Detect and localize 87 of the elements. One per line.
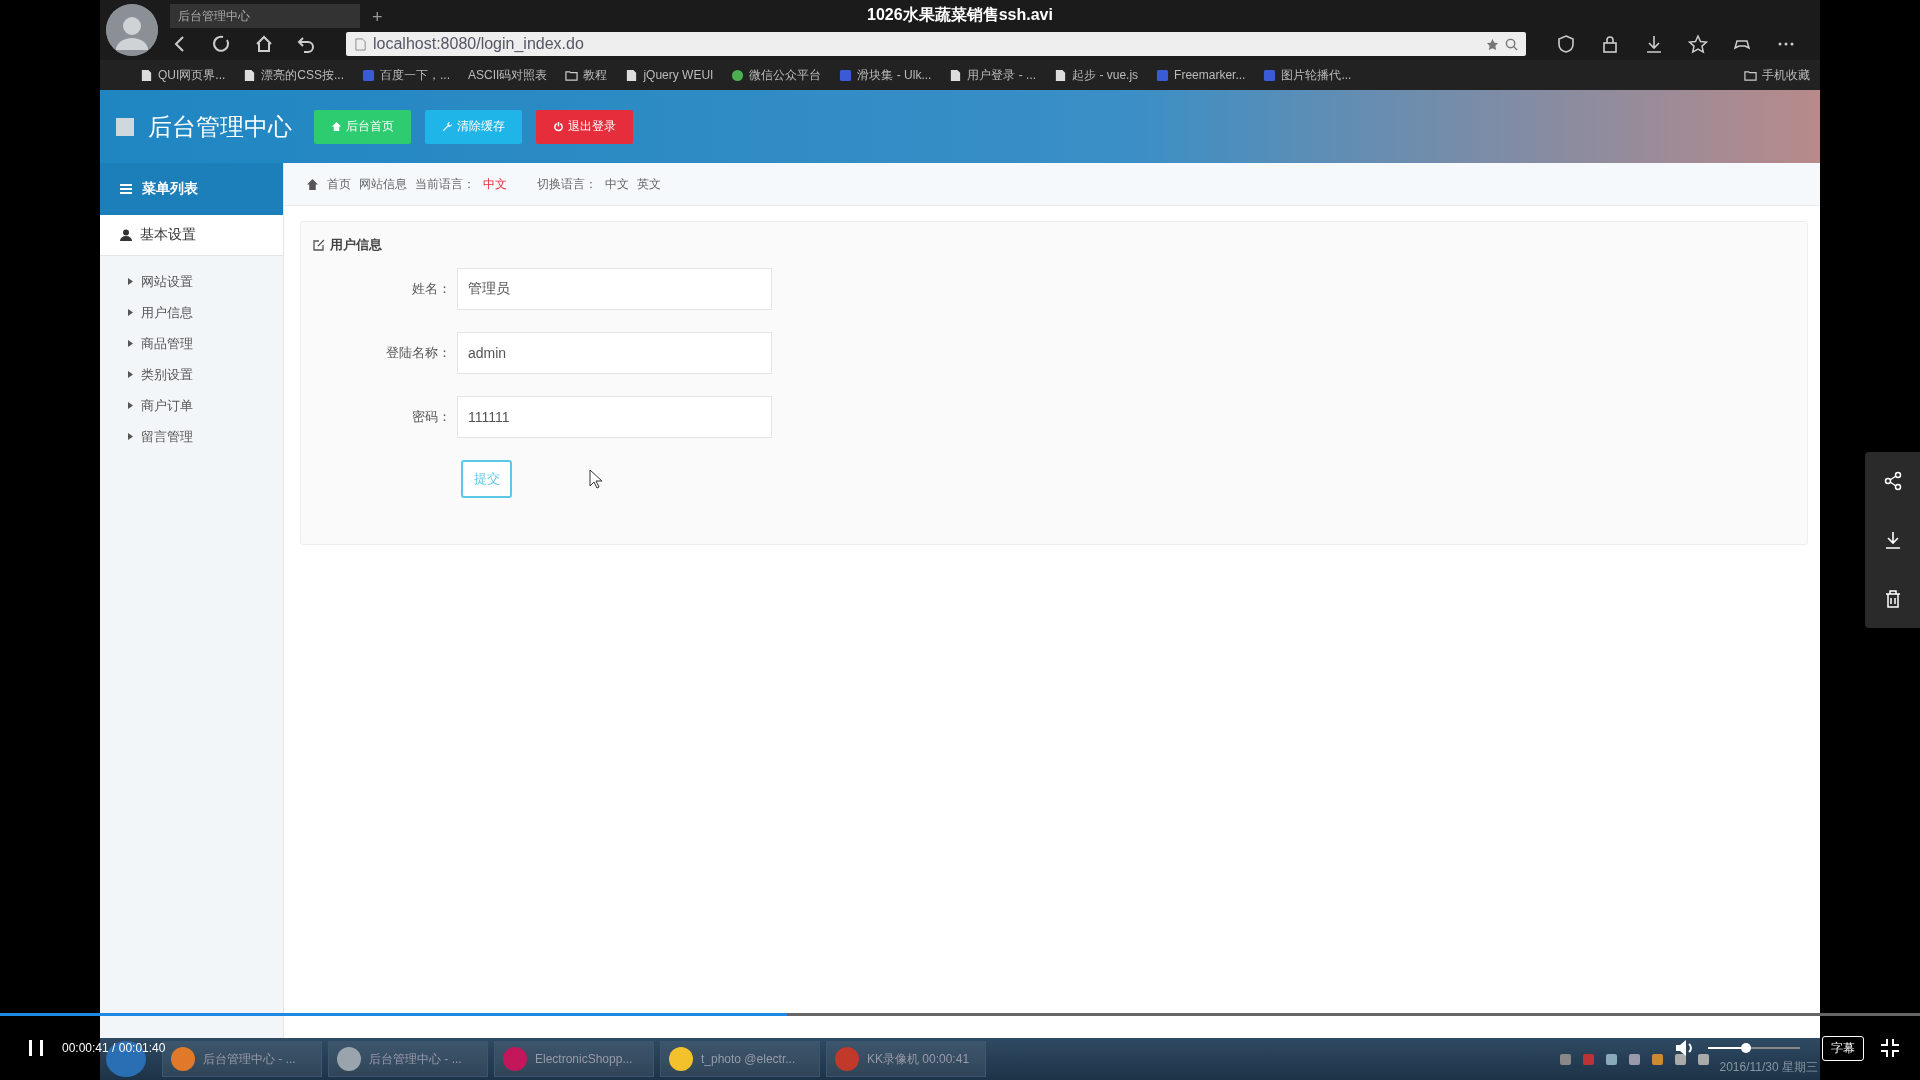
breadcrumb-link[interactable]: 首页 [327, 175, 351, 193]
list-icon [120, 183, 132, 195]
input-field[interactable]: admin [457, 332, 772, 374]
site-icon [1156, 68, 1170, 82]
subtitle-button[interactable]: 字幕 [1822, 1035, 1864, 1061]
search-icon[interactable] [1505, 37, 1518, 51]
caret-icon [128, 309, 133, 316]
app-title: 后台管理中心 [148, 111, 292, 142]
page-icon [625, 68, 639, 82]
date-text: 2016/11/30 星期三 [1719, 1059, 1818, 1076]
input-field[interactable]: 111111 [457, 396, 772, 438]
folder-icon [1744, 68, 1757, 82]
bookmark[interactable]: Freemarker... [1156, 68, 1246, 82]
bookmark[interactable]: 用户登录 - ... [949, 66, 1037, 84]
chat-icon [731, 68, 745, 82]
tray-icon[interactable] [1605, 1052, 1618, 1066]
exit-fullscreen-icon[interactable] [1880, 1038, 1900, 1058]
home-icon[interactable] [254, 34, 274, 54]
menu-group[interactable]: 基本设置 [100, 215, 283, 256]
language-label: 当前语言： [415, 175, 475, 193]
bookmark[interactable]: 教程 [565, 66, 608, 84]
logo-icon [116, 117, 134, 136]
wrench-icon [442, 121, 453, 132]
breadcrumb-link[interactable]: 网站信息 [359, 175, 407, 193]
browser-tab[interactable]: 后台管理中心 [170, 4, 360, 28]
site-icon [839, 68, 853, 82]
caret-icon [128, 371, 133, 378]
language-link[interactable]: 中文 [605, 175, 629, 193]
field-label: 密码： [411, 408, 451, 426]
site-icon [1263, 68, 1277, 82]
page-icon [1054, 68, 1068, 82]
bookmark[interactable]: QUI网页界... [140, 66, 226, 84]
menu-item[interactable]: 商品管理 [100, 328, 283, 359]
star-icon[interactable] [1486, 37, 1499, 51]
header-button[interactable]: 退出登录 [536, 109, 633, 144]
bookmark[interactable]: 手机收藏 [1744, 66, 1810, 84]
caret-icon [128, 278, 133, 285]
bookmark[interactable]: 起步 - vue.js [1054, 66, 1139, 84]
edit-icon [313, 239, 325, 251]
page-icon [243, 68, 257, 82]
cursor-icon [589, 469, 603, 489]
folder-icon [565, 68, 579, 82]
shield-icon[interactable] [1556, 34, 1576, 54]
current-language: 中文 [483, 175, 507, 193]
bookmark[interactable]: 漂亮的CSS按... [243, 66, 345, 84]
address-bar[interactable]: localhost:8080/login_index.do [346, 32, 1526, 56]
power-icon [553, 121, 564, 132]
caret-icon [128, 340, 133, 347]
menu-item[interactable]: 类别设置 [100, 359, 283, 390]
menu-item[interactable]: 留言管理 [100, 421, 283, 452]
volume-thumb[interactable] [1740, 1043, 1751, 1053]
bookmark[interactable]: 百度一下，... [362, 66, 451, 84]
input-field[interactable]: 管理员 [457, 268, 772, 310]
home-icon [306, 177, 319, 191]
field-label: 登陆名称： [385, 344, 451, 362]
sidebar-heading-text: 菜单列表 [142, 180, 198, 198]
download-icon[interactable] [1644, 34, 1664, 54]
menu-item[interactable]: 网站设置 [100, 266, 283, 297]
lock-icon[interactable] [1600, 34, 1620, 54]
undo-icon[interactable] [296, 34, 316, 54]
language-label: 切换语言： [537, 175, 597, 193]
bookmark[interactable]: jQuery WEUI [625, 68, 714, 82]
bookmark[interactable]: 滑块集 - Ulk... [839, 66, 932, 84]
page-icon [949, 68, 963, 82]
bookmark[interactable]: 微信公众平台 [731, 66, 822, 84]
bookmark[interactable]: ASCII码对照表 [468, 66, 548, 84]
share-icon[interactable] [1882, 471, 1903, 492]
panel-title: 用户信息 [330, 236, 382, 254]
site-icon [362, 68, 376, 82]
tray-icon[interactable] [1697, 1052, 1710, 1066]
caret-icon [128, 402, 133, 409]
url-text: localhost:8080/login_index.do [373, 35, 585, 53]
page-icon [140, 68, 153, 82]
star-icon[interactable] [1688, 34, 1708, 54]
language-link[interactable]: 英文 [637, 175, 661, 193]
field-label: 姓名： [411, 280, 451, 298]
reload-icon[interactable] [212, 34, 232, 54]
user-icon [120, 229, 132, 241]
page-icon [354, 37, 367, 51]
caret-icon [128, 433, 133, 440]
video-title: 1026水果蔬菜销售ssh.avi [867, 6, 1053, 23]
menu-item[interactable]: 商户订单 [100, 390, 283, 421]
home-icon [331, 121, 342, 132]
bookmark[interactable]: 图片轮播代... [1263, 66, 1352, 84]
new-tab-button[interactable]: + [366, 7, 389, 28]
tray-icon[interactable] [1674, 1052, 1687, 1066]
menu-item[interactable]: 用户信息 [100, 297, 283, 328]
